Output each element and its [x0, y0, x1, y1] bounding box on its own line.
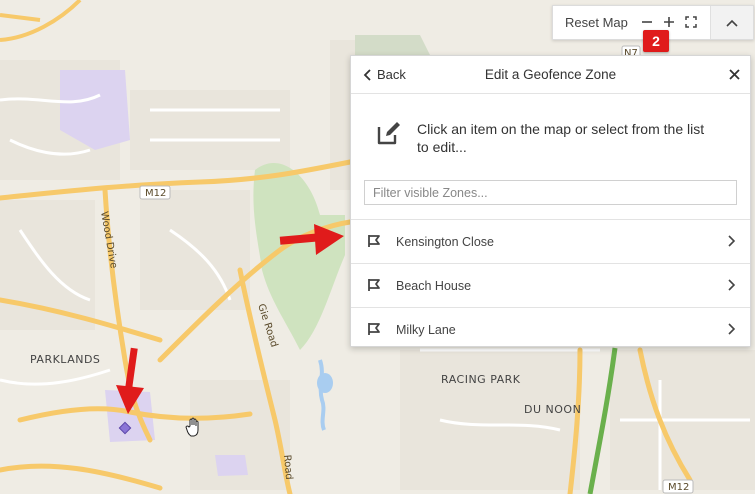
back-label: Back	[377, 67, 406, 82]
zone-item-milky-lane[interactable]: Milky Lane	[351, 307, 750, 351]
map-label-du-noon: DU NOON	[524, 403, 581, 416]
geofence-flag-icon	[368, 235, 380, 247]
zoom-in-icon[interactable]	[658, 15, 680, 31]
chevron-right-icon	[728, 235, 736, 247]
annotation-badge-2: 2	[643, 30, 669, 52]
close-icon	[729, 69, 740, 80]
chevron-right-icon	[728, 279, 736, 291]
zone-filter-input[interactable]	[364, 180, 737, 205]
chevron-left-icon	[363, 68, 371, 81]
close-button[interactable]	[729, 56, 740, 93]
map-label-racing-park: RACING PARK	[441, 373, 521, 386]
map-label-gie-road-bottom: Road	[281, 454, 294, 480]
geofence-flag-icon	[368, 323, 380, 335]
map-label-m12-bottom: M12	[668, 482, 689, 493]
chevron-up-icon	[726, 19, 738, 27]
panel-header: Back Edit a Geofence Zone	[351, 56, 750, 94]
zoom-out-icon[interactable]	[636, 15, 658, 31]
back-button[interactable]: Back	[363, 56, 406, 93]
fullscreen-icon[interactable]	[680, 15, 702, 31]
reset-map-button[interactable]: Reset Map	[553, 15, 636, 30]
panel-title: Edit a Geofence Zone	[484, 67, 617, 82]
zone-list: Kensington Close Beach House Milky Lane	[351, 219, 750, 351]
map-label-m12: M12	[145, 188, 166, 199]
chevron-right-icon	[728, 323, 736, 335]
geofence-flag-icon	[368, 279, 380, 291]
zone-item-beach-house[interactable]: Beach House	[351, 263, 750, 307]
map-label-parklands: PARKLANDS	[30, 353, 100, 366]
collapse-button[interactable]	[710, 6, 753, 39]
edit-icon	[377, 122, 400, 145]
zone-item-kensington-close[interactable]: Kensington Close	[351, 219, 750, 263]
edit-geofence-panel: Back Edit a Geofence Zone Click an item …	[350, 55, 751, 347]
zone-item-label: Kensington Close	[396, 234, 494, 249]
zone-item-label: Milky Lane	[396, 322, 456, 337]
zone-item-label: Beach House	[396, 278, 472, 293]
instruction-text: Click an item on the map or select from …	[417, 121, 705, 155]
instruction-block: Click an item on the map or select from …	[375, 119, 717, 156]
